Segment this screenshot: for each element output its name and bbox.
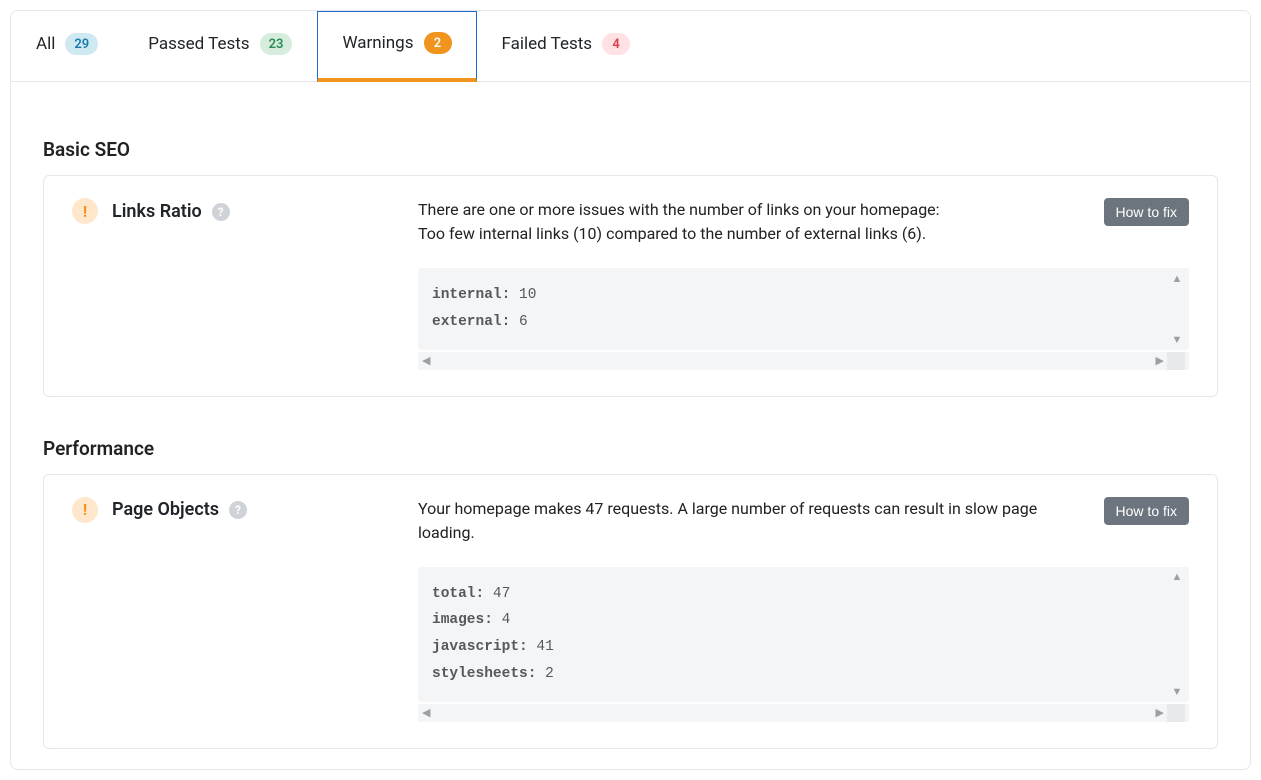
scroll-right-icon[interactable]: ▶ — [1156, 355, 1164, 366]
horizontal-scrollbar[interactable]: ◀ ▶ — [418, 704, 1189, 722]
card-title: Page Objects — [112, 499, 219, 520]
tab-label: Warnings — [342, 33, 413, 53]
warning-icon: ! — [72, 198, 98, 224]
scrollbar-thumb[interactable] — [1167, 704, 1185, 722]
card-description: Your homepage makes 47 requests. A large… — [418, 497, 1088, 545]
card-header: ! Links Ratio ? — [72, 198, 402, 224]
scroll-up-icon[interactable]: ▲ — [1171, 571, 1183, 583]
scroll-down-icon[interactable]: ▼ — [1171, 686, 1183, 698]
warning-icon: ! — [72, 497, 98, 523]
code-content[interactable]: internal: 10 external: 6 — [418, 268, 1189, 350]
tab-warnings[interactable]: Warnings 2 — [317, 11, 476, 82]
scroll-left-icon[interactable]: ◀ — [422, 355, 430, 366]
card-header: ! Page Objects ? — [72, 497, 402, 523]
tab-label: Failed Tests — [502, 34, 593, 54]
card-title: Links Ratio — [112, 201, 202, 222]
tab-all-count: 29 — [65, 33, 98, 55]
horizontal-scrollbar[interactable]: ◀ ▶ — [418, 352, 1189, 370]
scroll-left-icon[interactable]: ◀ — [422, 707, 430, 718]
tab-all[interactable]: All 29 — [11, 11, 123, 81]
tab-label: Passed Tests — [148, 34, 249, 54]
tab-failed[interactable]: Failed Tests 4 — [477, 11, 656, 81]
tab-passed-count: 23 — [260, 33, 293, 55]
how-to-fix-button[interactable]: How to fix — [1104, 497, 1189, 525]
tab-content: Basic SEO ! Links Ratio ? There are one … — [11, 82, 1250, 769]
tab-failed-count: 4 — [602, 33, 630, 55]
help-icon[interactable]: ? — [212, 203, 230, 221]
card-page-objects: ! Page Objects ? Your homepage makes 47 … — [43, 474, 1218, 749]
scroll-up-icon[interactable]: ▲ — [1171, 272, 1183, 284]
tabs-bar: All 29 Passed Tests 23 Warnings 2 Failed… — [11, 11, 1250, 82]
tab-label: All — [36, 34, 55, 54]
results-panel: All 29 Passed Tests 23 Warnings 2 Failed… — [10, 10, 1251, 770]
scroll-down-icon[interactable]: ▼ — [1171, 334, 1183, 346]
code-block: ▲ internal: 10 external: 6 ▼ ◀ ▶ — [418, 268, 1189, 370]
tab-warnings-count: 2 — [424, 32, 452, 54]
section-title-basic-seo: Basic SEO — [43, 138, 1218, 161]
scrollbar-thumb[interactable] — [1167, 352, 1185, 370]
how-to-fix-button[interactable]: How to fix — [1104, 198, 1189, 226]
scroll-right-icon[interactable]: ▶ — [1156, 707, 1164, 718]
help-icon[interactable]: ? — [229, 501, 247, 519]
card-links-ratio: ! Links Ratio ? There are one or more is… — [43, 175, 1218, 397]
tab-passed[interactable]: Passed Tests 23 — [123, 11, 317, 81]
desc-line: Too few internal links (10) compared to … — [418, 222, 1088, 246]
code-content[interactable]: total: 47 images: 4 javascript: 41 style… — [418, 567, 1189, 702]
section-title-performance: Performance — [43, 437, 1218, 460]
desc-line: There are one or more issues with the nu… — [418, 198, 1088, 222]
code-block: ▲ total: 47 images: 4 javascript: 41 sty… — [418, 567, 1189, 722]
card-description: There are one or more issues with the nu… — [418, 198, 1088, 246]
